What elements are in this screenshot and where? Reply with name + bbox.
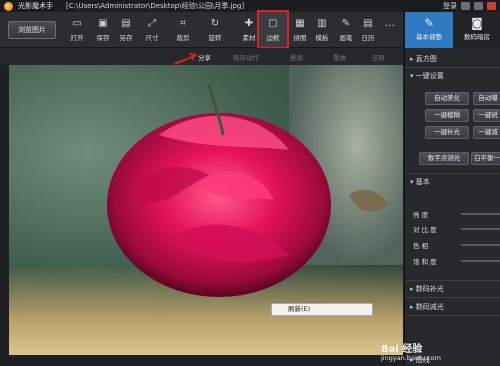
brightness-label: 亮 度 (413, 211, 429, 219)
saturation-track[interactable] (461, 260, 500, 262)
one-key-fill-light-button[interactable]: 一键补光 (425, 126, 469, 139)
folder-icon: ▭ (72, 18, 82, 29)
tab-digital-darkroom[interactable]: ◙ 数码暗房 (453, 12, 500, 48)
brightness-track[interactable] (461, 213, 500, 215)
save-as-icon: ▤ (121, 18, 131, 29)
watermark-brand: Bai 经验 (381, 344, 423, 355)
one-key-dim-button[interactable]: 一键减 (473, 126, 500, 139)
hue-slider[interactable]: 色 相 (413, 240, 500, 250)
red-arrow-icon (174, 53, 197, 65)
material-icon: ✚ (244, 18, 254, 29)
frame-button[interactable]: ▢ 边框 (257, 10, 289, 49)
camera-icon: ◙ (471, 16, 483, 30)
divider (405, 297, 500, 298)
photo-canvas[interactable]: 刷新(E) (9, 65, 403, 355)
tab-basic-adjust[interactable]: ✎ 基本调整 (405, 12, 453, 48)
rotate-icon: ↻ (210, 18, 220, 29)
fill-light-section[interactable]: 数码补光 (410, 284, 444, 294)
template-icon: ▥ (317, 18, 327, 29)
contrast-track[interactable] (461, 228, 500, 230)
hue-track[interactable] (461, 244, 500, 246)
frame-label: 边框 (266, 34, 280, 42)
spot-metering-button[interactable]: 数字点测光 (419, 152, 469, 165)
panel-tabs: ✎ 基本调整 ◙ 数码暗房 (405, 12, 500, 48)
one-key-section[interactable]: 一键设置 (410, 71, 444, 81)
brightness-slider[interactable]: 亮 度 (413, 209, 500, 219)
auto-beautify-button[interactable]: 自动美化 (425, 92, 469, 105)
crop-icon: ⌗ (180, 18, 186, 29)
divider (405, 67, 500, 68)
browse-images-button[interactable]: 浏览图片 (8, 21, 56, 39)
window-controls: 登录 (443, 1, 496, 11)
revert-button[interactable]: 还原 (372, 52, 385, 62)
title-bar: 光影魔术手 [C:\Users\Administrator\Desktop\经验… (0, 0, 500, 12)
main-toolbar: 浏览图片 ▭ 打开 ▣ 保存 ▤ 另存 ⤢ 尺寸 ⌗ 裁剪 ↻ 旋转 ✚ 素材 … (0, 10, 403, 49)
more-button[interactable]: … (377, 12, 403, 47)
minimize-icon[interactable] (461, 2, 470, 10)
app-logo-icon (4, 2, 13, 11)
app-name: 光影魔术手 (18, 2, 53, 10)
saturation-label: 饱 和 度 (413, 258, 437, 266)
save-action-button[interactable]: 保存动作 (233, 52, 259, 62)
divider (405, 315, 500, 316)
frame-icon: ▢ (268, 18, 278, 29)
collage-icon: ▦ (295, 18, 305, 29)
open-label: 打开 (70, 34, 84, 42)
save-as-button[interactable]: ▤ 另存 (113, 12, 139, 47)
rotate-label: 旋转 (208, 34, 222, 42)
close-icon[interactable] (487, 2, 496, 10)
watermark-url: jingyan.baidu.com (381, 354, 441, 362)
save-as-label: 另存 (119, 34, 133, 42)
brush-icon: ✎ (341, 18, 351, 29)
file-path: [C:\Users\Administrator\Desktop\经验\公园\月季… (66, 2, 245, 10)
histogram-section[interactable]: 直方图 (410, 54, 437, 64)
share-button[interactable]: 分享 (198, 52, 211, 62)
resize-button[interactable]: ⤢ 尺寸 (139, 12, 165, 47)
action-bar: 分享 保存动作 删除 重做 还原 (0, 48, 403, 65)
basic-section[interactable]: 基本 (410, 177, 430, 187)
save-icon: ▣ (98, 18, 108, 29)
context-menu-refresh[interactable]: 刷新(E) (271, 303, 373, 316)
right-panel: ✎ 基本调整 ◙ 数码暗房 直方图 一键设置 自动美化 自动曝 一键模糊 一键锐… (404, 12, 500, 366)
tab-basic-adjust-label: 基本调整 (416, 33, 442, 41)
redo-button[interactable]: 重做 (333, 52, 346, 62)
crop-button[interactable]: ⌗ 裁剪 (170, 12, 196, 47)
login-link[interactable]: 登录 (443, 1, 457, 11)
dim-light-section[interactable]: 数码减光 (410, 302, 444, 312)
open-button[interactable]: ▭ 打开 (64, 12, 90, 47)
hue-label: 色 相 (413, 242, 429, 250)
template-label: 模板 (315, 34, 329, 42)
calendar-icon: ▤ (363, 18, 373, 29)
divider (405, 280, 500, 281)
resize-label: 尺寸 (145, 34, 159, 42)
one-key-sharpen-button[interactable]: 一键锐 (473, 109, 500, 122)
template-button[interactable]: ▥ 模板 (309, 12, 335, 47)
saturation-slider[interactable]: 饱 和 度 (413, 256, 500, 266)
divider (405, 173, 500, 174)
contrast-slider[interactable]: 对 比 度 (413, 224, 500, 234)
auto-exposure-button[interactable]: 自动曝 (473, 92, 500, 105)
contrast-label: 对 比 度 (413, 226, 437, 234)
resize-icon: ⤢ (148, 18, 156, 29)
more-icon: … (385, 18, 395, 29)
maximize-icon[interactable] (474, 2, 483, 10)
edit-icon: ✎ (423, 16, 435, 30)
one-key-blur-button[interactable]: 一键模糊 (425, 109, 469, 122)
white-balance-button[interactable]: 白平衡一 (471, 152, 500, 165)
delete-button[interactable]: 删除 (290, 52, 303, 62)
crop-label: 裁剪 (176, 34, 190, 42)
tab-digital-darkroom-label: 数码暗房 (464, 33, 490, 41)
rotate-button[interactable]: ↻ 旋转 (202, 12, 228, 47)
